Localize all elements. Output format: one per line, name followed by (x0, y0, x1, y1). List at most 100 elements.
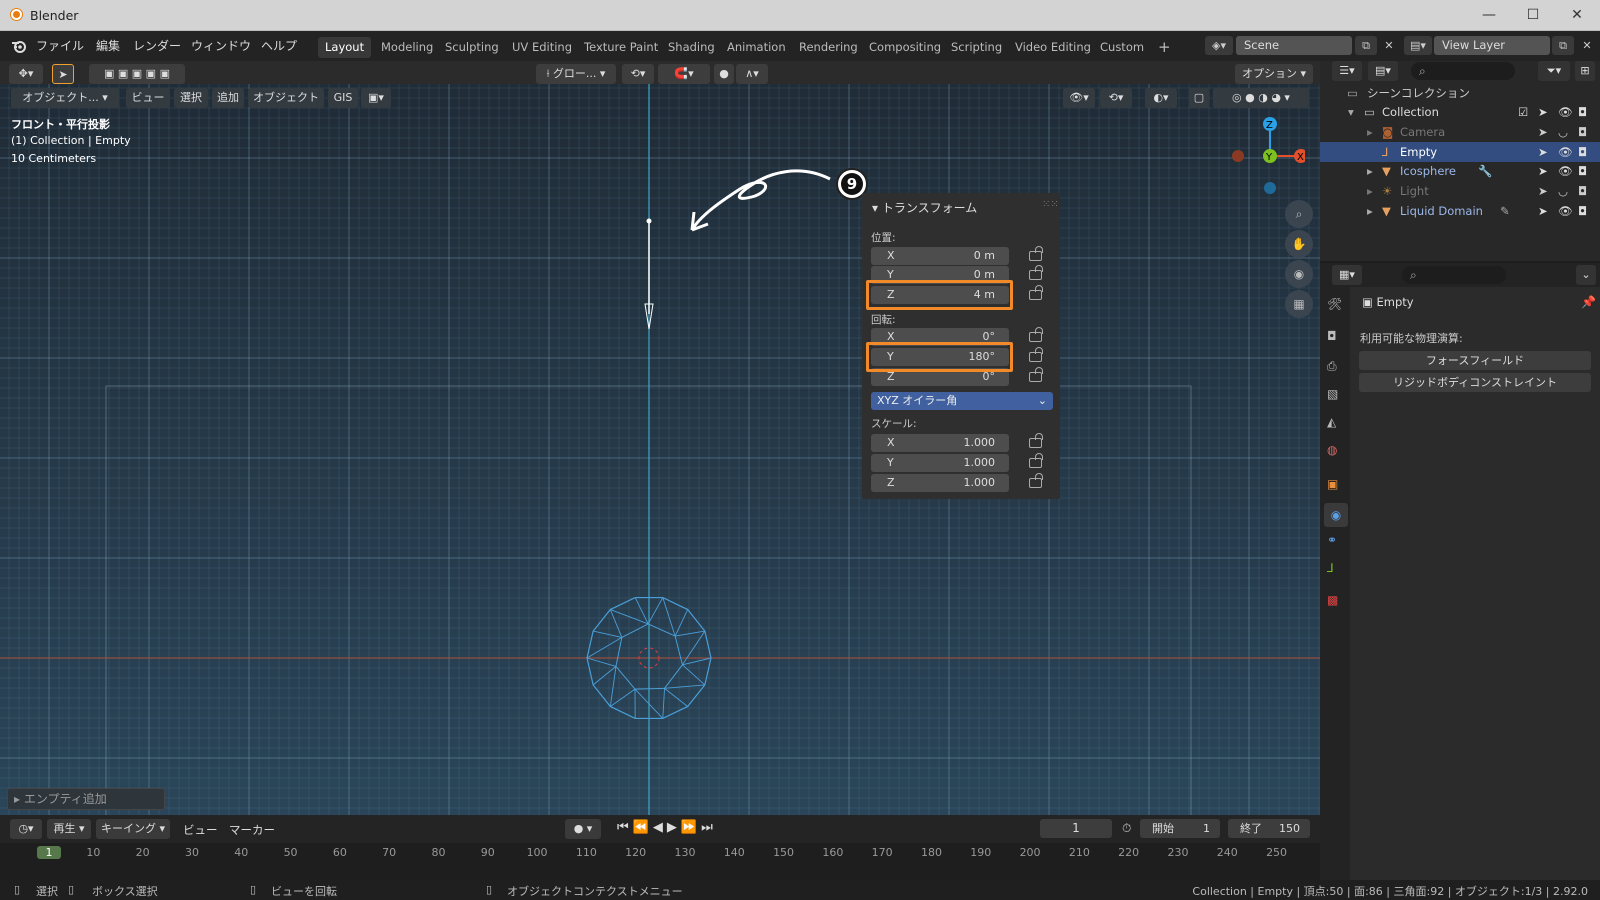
expand-icon[interactable]: ▸ (1367, 181, 1373, 201)
overlays-icon[interactable]: ◐▾ (1145, 88, 1177, 108)
eye-icon[interactable]: 👁 (1558, 201, 1573, 221)
new-collection-icon[interactable]: ⊞ (1575, 61, 1595, 81)
force-field-button[interactable]: フォースフィールド (1359, 351, 1591, 370)
gis-icon[interactable]: ▣▾ (361, 88, 391, 108)
properties-search-input[interactable]: ⌕ (1402, 266, 1506, 284)
select-arrow-icon[interactable]: ➤ (1538, 102, 1548, 122)
expand-icon[interactable]: ▸ (1367, 201, 1373, 221)
xray-icon[interactable]: ▢ (1189, 88, 1209, 108)
select-arrow-icon[interactable]: ➤ (1538, 161, 1548, 181)
expand-icon[interactable]: ▸ (1367, 122, 1373, 142)
select-menu[interactable]: 選択 (174, 88, 208, 108)
menu-window[interactable]: ウィンドウ (191, 37, 251, 54)
tab-custom[interactable]: Custom (1093, 37, 1151, 58)
viewlayer-remove-icon[interactable]: ✕ (1576, 36, 1598, 55)
scene-browse-icon[interactable]: ◈▾ (1205, 36, 1233, 55)
camera-view-icon[interactable]: ◉ (1285, 260, 1313, 288)
properties-editor-icon[interactable]: ▦▾ (1332, 265, 1362, 285)
lock-icon[interactable] (1029, 367, 1043, 382)
keying-menu[interactable]: キーイング ▾ (96, 819, 170, 839)
tab-animation[interactable]: Animation (720, 37, 793, 58)
select-arrow-icon[interactable]: ➤ (1538, 181, 1548, 201)
filter-icon[interactable]: ⏷▾ (1538, 61, 1570, 81)
transform-panel[interactable]: ▾ トランスフォーム ⁙⁙ 位置: X0 m Y0 m Z4 m 回転: X 0°… (862, 193, 1060, 499)
render-tab-icon[interactable]: ◘ (1327, 329, 1337, 343)
lock-icon[interactable] (1029, 453, 1043, 468)
outliner-search-input[interactable]: ⌕ (1411, 62, 1515, 80)
tab-shading[interactable]: Shading (661, 37, 722, 58)
viewlayer-browse-icon[interactable]: ▤▾ (1404, 36, 1432, 55)
lock-icon[interactable] (1029, 327, 1043, 342)
drag-handle-icon[interactable]: ⁙⁙ (1042, 199, 1059, 210)
pin-icon[interactable]: 📌 (1581, 295, 1596, 309)
snap-icon[interactable]: 🧲▾ (658, 64, 710, 84)
3d-viewport[interactable]: オブジェクト... ▾ ビュー 選択 追加 オブジェクト GIS ▣▾ 👁▾ ⟲… (0, 84, 1320, 815)
last-operator-panel[interactable]: ▸ エンプティ追加 (7, 788, 165, 810)
eye-icon[interactable]: 👁 (1558, 102, 1573, 122)
view-layer-tab-icon[interactable]: ▧ (1327, 387, 1338, 401)
scene-remove-icon[interactable]: ✕ (1378, 36, 1400, 55)
outliner-item-icosphere[interactable]: ▸ ▼ Icosphere 🔧 ➤ 👁 ◘ (1320, 161, 1600, 181)
outliner-item-empty[interactable]: ⅃ Empty ➤ 👁 ◘ (1320, 142, 1600, 162)
outliner-item-liquid-domain[interactable]: ▸ ▼ Liquid Domain ✎ ➤ 👁 ◘ (1320, 201, 1600, 221)
marker-menu[interactable]: マーカー (229, 822, 275, 838)
lock-icon[interactable] (1029, 265, 1043, 280)
outliner-collection[interactable]: ▾ ▭ Collection ☑ ➤ 👁 ◘ (1320, 102, 1600, 122)
playback-menu[interactable]: 再生 ▾ (47, 819, 91, 839)
lock-icon[interactable] (1029, 285, 1043, 300)
playback-controls-icon[interactable]: ⏮⏪◀▶⏩⏭ (617, 820, 717, 835)
rigid-body-constraint-button[interactable]: リジッドボディコンストレイント (1359, 373, 1591, 392)
constraints-tab-icon[interactable]: ⚭ (1327, 533, 1337, 547)
tab-layout[interactable]: Layout (318, 37, 372, 58)
timeline-editor-icon[interactable]: ◷▾ (10, 819, 42, 839)
tab-uv-editing[interactable]: UV Editing (505, 37, 579, 58)
minimize-button[interactable]: — (1466, 4, 1512, 26)
falloff-icon[interactable]: ∧▾ (736, 64, 768, 84)
pivot-point-icon[interactable]: ⟲▾ (622, 64, 654, 84)
scale-y-field[interactable]: Y 1.000 (871, 454, 1009, 472)
tab-sculpting[interactable]: Sculpting (438, 37, 506, 58)
outliner-scene-collection[interactable]: ▭ シーンコレクション (1320, 83, 1600, 103)
object-tab-icon[interactable]: ▣ (1327, 477, 1338, 491)
scale-x-field[interactable]: X 1.000 (871, 434, 1009, 452)
world-tab-icon[interactable]: ◍ (1327, 443, 1337, 457)
add-menu[interactable]: 追加 (212, 88, 244, 108)
eye-icon[interactable]: 👁 (1558, 161, 1573, 181)
current-frame-field[interactable]: 1 (1040, 819, 1112, 838)
display-mode-icon[interactable]: ▤▾ (1368, 61, 1398, 81)
proportional-edit-icon[interactable]: ● (714, 64, 734, 84)
scale-z-field[interactable]: Z 1.000 (871, 474, 1009, 492)
expand-icon[interactable]: ▸ (1367, 161, 1373, 181)
add-workspace-icon[interactable]: + (1151, 37, 1178, 58)
scene-name-field[interactable]: Scene (1236, 36, 1352, 55)
select-mode-icons[interactable]: ▣ ▣ ▣ ▣ ▣ (89, 64, 185, 84)
camera-render-icon[interactable]: ◘ (1578, 161, 1587, 181)
gis-menu[interactable]: GIS (328, 88, 358, 108)
lock-icon[interactable] (1029, 246, 1043, 261)
outliner-item-camera[interactable]: ▸ ◙ Camera ➤ ◡ ◘ (1320, 122, 1600, 142)
viewlayer-copy-icon[interactable]: ⧉ (1552, 36, 1574, 55)
scene-copy-icon[interactable]: ⧉ (1355, 36, 1377, 55)
camera-render-icon[interactable]: ◘ (1578, 181, 1587, 201)
view-layer-field[interactable]: View Layer (1434, 36, 1550, 55)
scene-tab-icon[interactable]: ◭ (1327, 415, 1336, 429)
data-tab-icon[interactable]: ⅃ (1327, 561, 1334, 575)
object-menu[interactable]: オブジェクト (248, 88, 324, 108)
shading-mode-icons[interactable]: ◎ ● ◑ ◕ ▾ (1213, 88, 1309, 108)
physics-tab-icon[interactable]: ◉ (1324, 503, 1348, 527)
menu-file[interactable]: ファイル (36, 37, 84, 54)
tab-video-editing[interactable]: Video Editing (1008, 37, 1098, 58)
axis-gizmo[interactable]: Z X Y (1225, 114, 1305, 199)
editor-type-icon[interactable]: ✥▾ (9, 64, 43, 84)
view-menu[interactable]: ビュー (126, 88, 170, 108)
visibility-icon[interactable]: 👁▾ (1063, 88, 1095, 108)
select-arrow-icon[interactable]: ➤ (1538, 142, 1548, 162)
pan-hand-icon[interactable]: ✋ (1285, 230, 1313, 258)
lock-icon[interactable] (1029, 473, 1043, 488)
outliner-editor-icon[interactable]: ☰▾ (1332, 61, 1362, 81)
select-arrow-icon[interactable]: ➤ (1538, 122, 1548, 142)
eye-icon[interactable]: 👁 (1558, 142, 1573, 162)
menu-help[interactable]: ヘルプ (261, 37, 297, 54)
tab-compositing[interactable]: Compositing (862, 37, 948, 58)
camera-render-icon[interactable]: ◘ (1578, 122, 1587, 142)
